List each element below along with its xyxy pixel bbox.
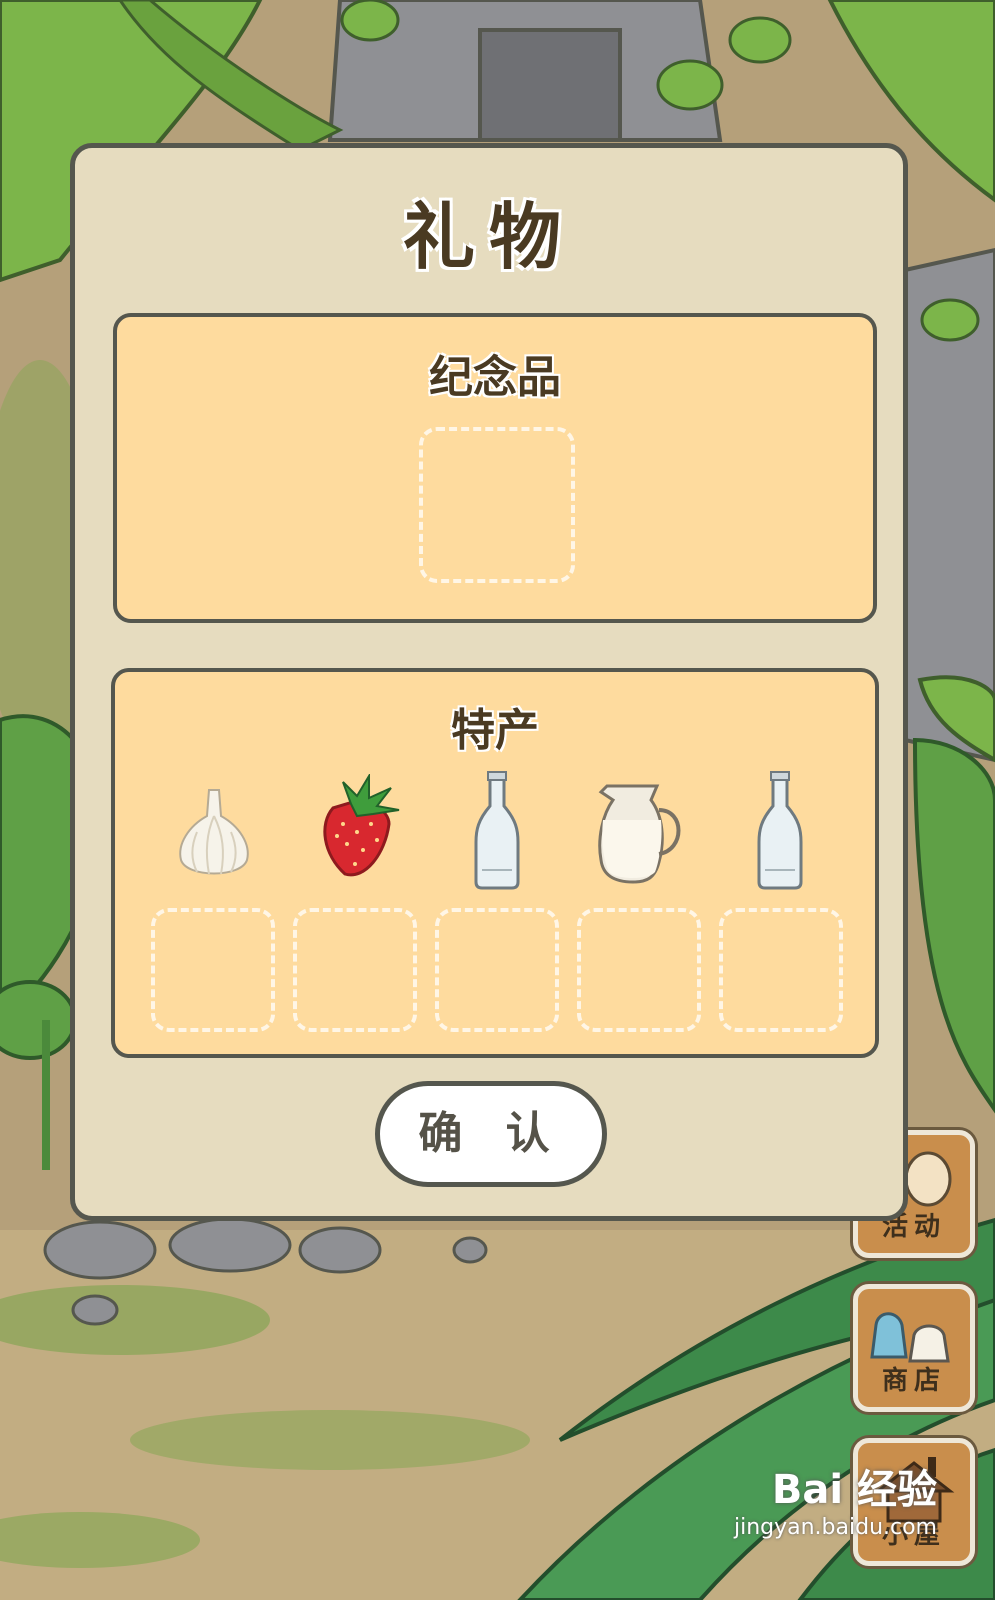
garlic-icon[interactable] — [169, 782, 259, 882]
shop-label: 商店 — [881, 1366, 946, 1396]
specialty-label: 特产 — [451, 705, 539, 756]
strawberry-icon[interactable] — [313, 774, 403, 880]
specialty-slot[interactable] — [435, 908, 559, 1032]
shop-button[interactable]: 商店 — [853, 1284, 975, 1412]
watermark-brand: Bai 经验 — [771, 1467, 937, 1513]
souvenir-label: 纪念品 — [429, 352, 561, 403]
watermark-url: jingyan.baidu.com — [733, 1515, 937, 1540]
specialty-slot[interactable] — [151, 908, 275, 1032]
milk-jug-icon[interactable] — [593, 780, 689, 884]
dialog-title: 礼物 — [402, 195, 575, 279]
baidu-watermark: Bai 经验 jingyan.baidu.com — [734, 1457, 937, 1540]
glass-bottle-icon[interactable] — [472, 770, 522, 890]
confirm-button[interactable]: 确 认 — [375, 1081, 607, 1187]
souvenir-slot[interactable] — [419, 427, 575, 583]
souvenir-panel: 纪念品 — [113, 313, 877, 623]
specialty-panel: 特产 — [111, 668, 879, 1058]
specialty-slot[interactable] — [577, 908, 701, 1032]
glass-bottle-icon[interactable] — [755, 770, 805, 890]
specialty-slot[interactable] — [293, 908, 417, 1032]
specialty-slot[interactable] — [719, 908, 843, 1032]
gift-dialog: 礼物 纪念品 特产 确 认 — [70, 143, 908, 1221]
